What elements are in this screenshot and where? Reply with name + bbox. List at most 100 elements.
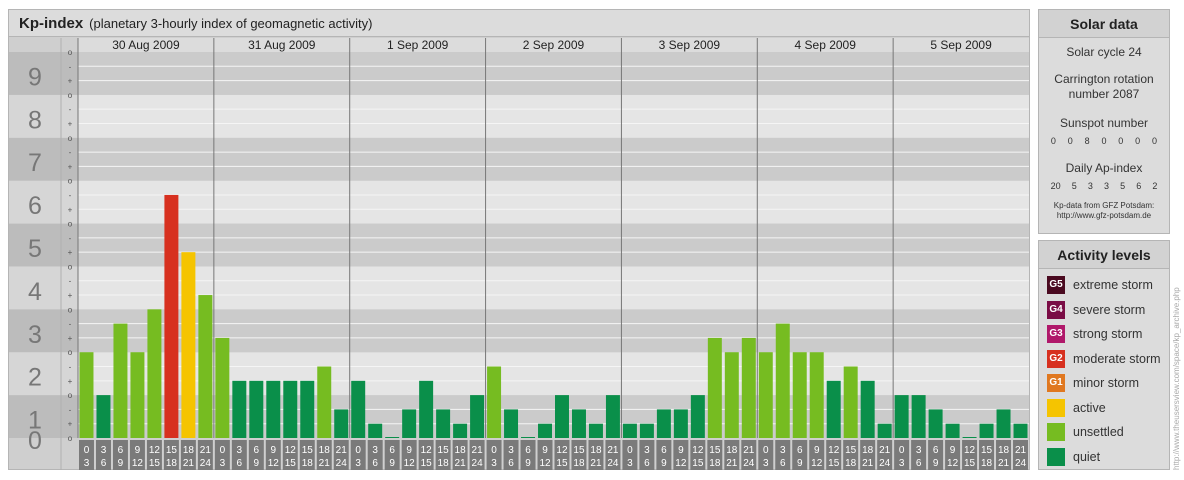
kp-bar: [164, 194, 179, 438]
time-start-label: 9: [271, 445, 277, 456]
level-label: severe storm: [1073, 302, 1146, 317]
y-tick-label: 4: [28, 278, 42, 306]
y-subtick-label: +: [68, 119, 73, 128]
time-end-label: 12: [404, 458, 416, 469]
y-tick-label: 6: [28, 192, 42, 220]
time-end-label: 15: [692, 458, 704, 469]
time-start-label: 15: [166, 445, 178, 456]
time-start-label: 3: [237, 445, 243, 456]
y-tick-label: 5: [28, 235, 42, 263]
plot-band: [78, 180, 1029, 224]
time-end-label: 18: [302, 458, 314, 469]
time-end-label: 6: [101, 458, 107, 469]
kp-bar: [181, 252, 196, 438]
kp-bar: [419, 380, 434, 438]
y-subtick-label: -: [69, 405, 72, 414]
time-end-label: 24: [743, 458, 755, 469]
kp-bar: [843, 366, 858, 438]
y-subtick-label: -: [69, 105, 72, 114]
kp-bar: [402, 409, 417, 438]
kp-bar: [996, 409, 1011, 438]
y-subtick-label: +: [68, 205, 73, 214]
source-line-2: http://www.gfz-potsdam.de: [1056, 211, 1152, 220]
kp-bar: [639, 423, 654, 438]
time-end-label: 18: [166, 458, 178, 469]
time-start-label: 3: [372, 445, 378, 456]
y-subtick-label: -: [69, 320, 72, 329]
time-start-label: 6: [389, 445, 395, 456]
time-start-label: 6: [661, 445, 667, 456]
ap-value: 5: [1120, 181, 1126, 191]
time-start-label: 3: [508, 445, 514, 456]
plot-band: [78, 266, 1029, 310]
y-subtick-label: o: [68, 434, 73, 443]
kp-bar: [707, 337, 722, 438]
time-end-label: 21: [862, 458, 874, 469]
time-end-label: 21: [726, 458, 738, 469]
time-end-label: 6: [237, 458, 243, 469]
time-start-label: 12: [285, 445, 297, 456]
kp-bar: [266, 380, 281, 438]
ap-value: 3: [1087, 181, 1093, 191]
y-subtick-label: o: [68, 177, 73, 186]
time-start-label: 6: [933, 445, 939, 456]
activity-list: G5 extreme storm G4 severe storm G3 strong …: [1039, 269, 1169, 469]
time-start-label: 6: [797, 445, 803, 456]
kp-bar: [555, 395, 569, 438]
y-subtick-label: -: [69, 191, 72, 200]
y-subtick-label: +: [68, 77, 73, 86]
time-end-label: 12: [132, 458, 144, 469]
time-end-label: 3: [491, 458, 497, 469]
time-start-label: 15: [709, 445, 721, 456]
time-end-label: 15: [149, 458, 161, 469]
time-end-label: 24: [472, 458, 484, 469]
activity-levels-panel: Activity levels G5 extreme storm G4 severe…: [1038, 240, 1170, 470]
kp-bar: [487, 366, 502, 438]
time-start-label: 18: [183, 445, 195, 456]
time-start-label: 6: [254, 445, 260, 456]
y-subtick-label: +: [68, 291, 73, 300]
time-end-label: 12: [675, 458, 687, 469]
kp-bar: [249, 380, 264, 438]
ap-label: Daily Ap-index: [1065, 161, 1143, 175]
level-severe-storm: G4 severe storm: [1039, 298, 1169, 323]
level-swatch: [1047, 423, 1065, 442]
level-label: strong storm: [1073, 327, 1143, 342]
time-start-label: 9: [950, 445, 956, 456]
y-subtick-label: +: [68, 162, 73, 171]
time-end-label: 18: [981, 458, 993, 469]
y-tick-label: 8: [28, 106, 42, 134]
time-end-label: 12: [268, 458, 280, 469]
day-label: 2 Sep 2009: [523, 38, 585, 52]
time-start-label: 0: [899, 445, 905, 456]
sunspot-values: 0 0 8 0 0 0 0: [1039, 136, 1169, 146]
kp-bar: [351, 380, 366, 438]
time-end-label: 9: [525, 458, 531, 469]
time-end-label: 6: [916, 458, 922, 469]
day-label: 3 Sep 2009: [659, 38, 721, 52]
time-start-label: 12: [421, 445, 433, 456]
time-start-label: 9: [814, 445, 820, 456]
level-quiet: quiet: [1039, 445, 1169, 470]
time-start-label: 9: [406, 445, 412, 456]
time-end-label: 21: [455, 458, 467, 469]
time-end-label: 15: [828, 458, 840, 469]
ap-value: 6: [1136, 181, 1142, 191]
time-end-label: 15: [421, 458, 433, 469]
time-end-label: 15: [556, 458, 568, 469]
y-axis-band: [9, 395, 78, 438]
y-tick-label: 3: [28, 321, 42, 349]
kp-bar: [605, 395, 620, 438]
time-start-label: 6: [525, 445, 531, 456]
level-swatch: G5: [1047, 276, 1065, 295]
y-subtick-label: o: [68, 91, 73, 100]
day-label: 1 Sep 2009: [387, 38, 449, 52]
sunspot-value: 0: [1067, 136, 1073, 146]
kp-bar: [453, 423, 468, 438]
y-subtick-label: o: [68, 305, 73, 314]
solar-data-panel: Solar data Solar cycle 24 Carrington rot…: [1038, 9, 1170, 234]
time-end-label: 24: [200, 458, 212, 469]
y-subtick-label: +: [68, 377, 73, 386]
time-start-label: 12: [149, 445, 161, 456]
time-start-label: 21: [607, 445, 619, 456]
